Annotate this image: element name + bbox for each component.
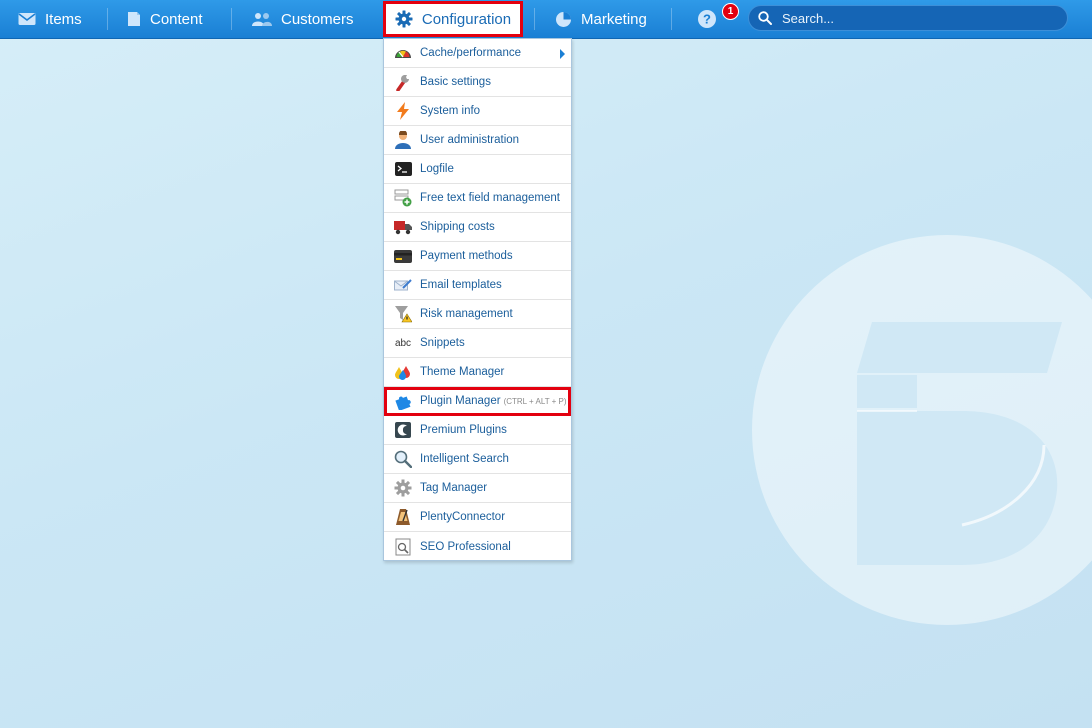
svg-text:?: ?	[703, 12, 711, 27]
menu-item-label: Payment methods	[420, 250, 513, 262]
terminal-icon	[394, 160, 412, 178]
menu-item-logfile[interactable]: Logfile	[384, 155, 571, 184]
puzzle-icon	[394, 392, 412, 410]
color-drops-icon	[394, 363, 412, 381]
menu-item-label: Plugin Manager	[420, 395, 501, 407]
shopware-watermark-logo	[752, 235, 1092, 625]
nav-marketing-label: Marketing	[581, 10, 647, 28]
lightning-icon	[394, 102, 412, 120]
menu-item-snippets[interactable]: abc Snippets	[384, 329, 571, 358]
nav-content-label: Content	[150, 10, 203, 28]
configuration-dropdown-menu: Cache/performance Basic settings System …	[383, 38, 572, 561]
nav-separator	[231, 8, 232, 30]
nav-separator	[534, 8, 535, 30]
search-box[interactable]	[748, 5, 1068, 31]
menu-item-cache-performance[interactable]: Cache/performance	[384, 39, 571, 68]
document-icon	[127, 11, 141, 27]
menu-item-label: Free text field management	[420, 192, 560, 204]
menu-item-label: Snippets	[420, 337, 465, 349]
nav-configuration[interactable]: Configuration	[383, 1, 523, 37]
menu-item-label: Premium Plugins	[420, 424, 507, 436]
menu-item-label: Tag Manager	[420, 482, 488, 494]
wrench-icon	[394, 73, 412, 91]
credit-card-icon	[394, 247, 412, 265]
menu-item-plugin-manager[interactable]: Plugin Manager (CTRL + ALT + P)	[384, 387, 571, 416]
search-input[interactable]	[780, 9, 1054, 27]
menu-item-payment-methods[interactable]: Payment methods	[384, 242, 571, 271]
users-icon	[252, 12, 272, 26]
gear-icon	[394, 479, 412, 497]
menu-item-shipping-costs[interactable]: Shipping costs	[384, 213, 571, 242]
nav-items-label: Items	[45, 10, 82, 28]
help-icon: ?	[698, 10, 716, 28]
menu-item-label: System info	[420, 105, 481, 117]
menu-item-basic-settings[interactable]: Basic settings	[384, 68, 571, 97]
nav-separator	[107, 8, 108, 30]
nav-content[interactable]: Content	[127, 0, 203, 38]
shopware-icon	[394, 421, 412, 439]
inbox-icon	[18, 12, 36, 26]
submenu-arrow-icon	[560, 49, 565, 59]
nav-configuration-label: Configuration	[421, 10, 512, 28]
search-icon	[758, 11, 772, 25]
menu-item-label: User administration	[420, 134, 520, 146]
menu-item-label: Email templates	[420, 279, 502, 291]
nav-customers[interactable]: Customers	[252, 0, 354, 38]
gear-icon	[395, 10, 413, 28]
filter-warning-icon	[394, 305, 412, 323]
menu-item-label: Risk management	[420, 308, 513, 320]
menu-item-email-templates[interactable]: Email templates	[384, 271, 571, 300]
user-icon	[394, 131, 412, 149]
email-icon	[394, 276, 412, 294]
menu-item-label: Shipping costs	[420, 221, 495, 233]
truck-icon	[394, 218, 412, 236]
fields-add-icon	[394, 189, 412, 207]
nav-marketing[interactable]: Marketing	[555, 0, 647, 38]
top-navigation-bar: Items Content Customers Configuration Ma…	[0, 0, 1092, 39]
abc-icon-glyph: abc	[394, 337, 412, 349]
abc-icon: abc	[394, 334, 412, 352]
menu-item-label: Basic settings	[420, 76, 491, 88]
metronome-icon	[394, 508, 412, 526]
help-button[interactable]: ?	[697, 9, 717, 29]
menu-item-premium-plugins[interactable]: Premium Plugins	[384, 416, 571, 445]
nav-items[interactable]: Items	[18, 0, 82, 38]
menu-item-label: Cache/performance	[420, 47, 521, 59]
menu-item-user-administration[interactable]: User administration	[384, 126, 571, 155]
nav-separator	[671, 8, 672, 30]
menu-item-tag-manager[interactable]: Tag Manager	[384, 474, 571, 503]
menu-item-theme-manager[interactable]: Theme Manager	[384, 358, 571, 387]
menu-item-label: Theme Manager	[420, 366, 505, 378]
menu-item-label: PlentyConnector	[420, 511, 506, 523]
notification-badge: 1	[722, 3, 739, 20]
speedometer-icon	[394, 44, 412, 62]
keyboard-shortcut: (CTRL + ALT + P)	[503, 396, 567, 406]
menu-item-intelligent-search[interactable]: Intelligent Search	[384, 445, 571, 474]
menu-item-free-text-field-management[interactable]: Free text field management	[384, 184, 571, 213]
menu-item-risk-management[interactable]: Risk management	[384, 300, 571, 329]
menu-item-plentyconnector[interactable]: PlentyConnector	[384, 503, 571, 532]
menu-item-seo-professional[interactable]: SEO Professional	[384, 532, 571, 561]
menu-item-system-info[interactable]: System info	[384, 97, 571, 126]
menu-item-label: Logfile	[420, 163, 454, 175]
pie-chart-icon	[555, 11, 572, 28]
nav-customers-label: Customers	[281, 10, 354, 28]
seo-icon	[394, 538, 412, 556]
magnifier-icon	[394, 450, 412, 468]
menu-item-label: Intelligent Search	[420, 453, 509, 465]
menu-item-label: SEO Professional	[420, 540, 511, 553]
